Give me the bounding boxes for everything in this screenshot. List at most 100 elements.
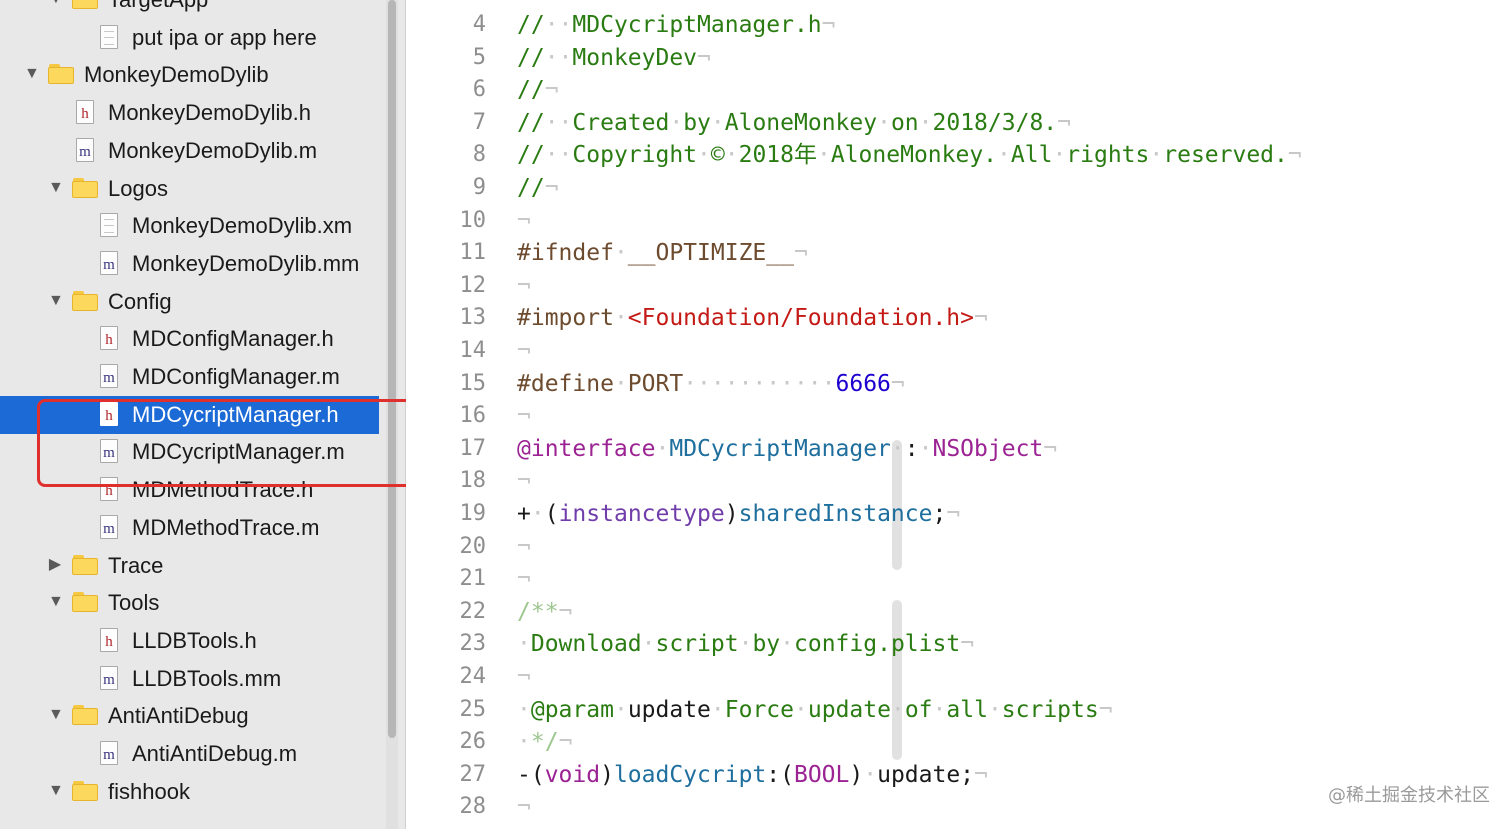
code-token: <Foundation/Foundation.h> [627,305,974,331]
line-number: 11 [459,240,487,265]
navigator-file-row[interactable]: h MDConfigManager.h [0,320,390,358]
code-text: #ifndef·__OPTIMIZE__¬ [517,237,808,269]
code-line[interactable]: 5 //··MonkeyDev¬ [406,42,1512,74]
code-token: @param [530,697,614,723]
code-line[interactable]: 21 ¬ [406,563,1512,595]
invisible-char: · [890,697,905,723]
invisible-char: ¬ [517,208,531,234]
navigator-file-row[interactable]: m AntiAntiDebug.m [0,735,390,773]
navigator-folder-row[interactable]: ▼ Logos [0,170,390,208]
code-line[interactable]: 25 ·@param·update·Force·update·of·all·scr… [406,694,1512,726]
line-number: 26 [459,729,487,754]
line-number: 19 [459,501,487,526]
code-line[interactable]: 22 /**¬ [406,596,1512,628]
navigator-folder-row[interactable]: ▶ Trace [0,547,390,585]
navigator-file-row[interactable]: m MDConfigManager.m [0,358,390,396]
code-line[interactable]: 14 ¬ [406,335,1512,367]
invisible-char: · [517,729,531,755]
navigator-folder-row[interactable]: ▼ MonkeyDemoDylib [0,56,390,94]
navigator-file-row[interactable]: h LLDBTools.h [0,622,390,660]
code-token: ) [849,762,864,788]
code-line[interactable]: 24 ¬ [406,661,1512,693]
line-number: 22 [459,599,487,624]
code-text: //··Created·by·AloneMonkey·on·2018/3/8.¬ [517,107,1071,139]
code-token: */ [530,729,559,755]
navigator-file-row[interactable]: MonkeyDemoDylib.xm [0,207,390,245]
code-token: -( [517,762,545,788]
invisible-char: · [669,110,684,136]
code-text: ¬ [517,563,531,595]
navigator-file-row[interactable]: m MonkeyDemoDylib.m [0,132,390,170]
code-line[interactable]: 4 //··MDCycriptManager.h¬ [406,9,1512,41]
code-token: // [517,77,545,103]
source-file-icon: m [100,515,118,539]
navigator-file-row[interactable]: h MonkeyDemoDylib.h [0,94,390,132]
code-line[interactable]: 23 ·Download·script·by·config.plist¬ [406,628,1512,660]
code-line[interactable]: 26 ·*/¬ [406,726,1512,758]
invisible-char: ¬ [960,631,975,657]
code-token: script [655,631,739,657]
navigator-folder-row[interactable]: ▼ Tools [0,584,390,622]
code-line[interactable]: 6 //¬ [406,74,1512,106]
code-line[interactable]: 12 ¬ [406,270,1512,302]
disclosure-expanded-icon[interactable]: ▼ [48,594,64,610]
code-line[interactable]: 18 ¬ [406,465,1512,497]
code-line[interactable]: 19 +·(instancetype)sharedInstance;¬ [406,498,1512,530]
invisible-char: · [613,371,628,397]
navigator-file-row[interactable]: m LLDBTools.mm [0,660,390,698]
navigator-file-row[interactable]: put ipa or app here [0,19,390,57]
code-token: void [544,762,601,788]
code-text: ¬ [517,335,531,367]
code-editor[interactable]: 4//··MDCycriptManager.h¬ 5//··MonkeyDev¬ 6… [406,0,1512,829]
source-file-icon: m [100,666,118,690]
navigator-folder-row[interactable]: ▼ TargetApp [0,0,390,19]
disclosure-expanded-icon[interactable]: ▼ [48,707,64,723]
code-line[interactable]: 13 #import·<Foundation/Foundation.h>¬ [406,302,1512,334]
navigator-item-label: put ipa or app here [132,25,317,50]
disclosure-expanded-icon[interactable]: ▼ [48,180,64,196]
disclosure-expanded-icon[interactable]: ▼ [48,783,64,799]
code-token: by [683,110,711,136]
code-line[interactable]: 16 ¬ [406,400,1512,432]
invisible-char: ¬ [544,175,559,201]
disclosure-expanded-icon[interactable]: ▼ [48,293,64,309]
code-token: MonkeyDev [572,45,698,71]
code-token: Copyright [572,142,698,168]
disclosure-expanded-icon[interactable]: ▼ [24,66,40,82]
navigator-folder-row[interactable]: ▼ Config [0,283,390,321]
code-line[interactable]: 9 //¬ [406,172,1512,204]
invisible-char: · [1149,142,1164,168]
navigator-folder-row[interactable]: ▼ AntiAntiDebug [0,697,390,735]
navigator-item-label: Logos [108,176,168,201]
code-line[interactable]: 10 ¬ [406,205,1512,237]
code-line[interactable]: 7//··Created·by·AloneMonkey·on·2018/3/8.… [406,107,1512,139]
invisible-char: · [613,240,628,266]
invisible-char: ¬ [697,45,711,71]
navigator-item-label: Config [108,289,172,314]
navigator-item-label: LLDBTools.h [132,628,257,653]
navigator-folder-row[interactable]: ▼ fishhook [0,773,390,811]
invisible-char: · [530,501,545,527]
code-token: __OPTIMIZE__ [627,240,794,266]
navigator-file-row[interactable]: m MonkeyDemoDylib.mm [0,245,390,283]
code-token: // [517,45,545,71]
disclosure-expanded-icon[interactable]: ▼ [48,0,64,7]
code-line[interactable]: 15 #define·PORT···········6666¬ [406,368,1512,400]
scrollbar-thumb[interactable] [388,0,396,738]
file-type-glyph: h [105,332,113,348]
code-line[interactable]: 20 ¬ [406,531,1512,563]
code-line[interactable]: 17 @interface·MDCycriptManager·:·NSObject… [406,433,1512,465]
navigator-file-row[interactable]: m MDMethodTrace.m [0,509,390,547]
file-type-glyph: m [103,672,115,688]
invisible-char: ¬ [793,240,808,266]
code-text: +·(instancetype)sharedInstance;¬ [517,498,960,530]
file-type-glyph: h [81,106,89,122]
invisible-char: ¬ [517,403,531,429]
disclosure-collapsed-icon[interactable]: ▶ [48,557,62,573]
file-type-glyph: m [103,747,115,763]
code-line[interactable]: 8//··Copyright·©·2018年·AloneMonkey.·All·… [406,139,1512,171]
code-line[interactable]: 11 #ifndef·__OPTIMIZE__¬ [406,237,1512,269]
code-token: update [627,697,711,723]
invisible-char: · [817,142,831,168]
code-token: PORT [627,371,684,397]
